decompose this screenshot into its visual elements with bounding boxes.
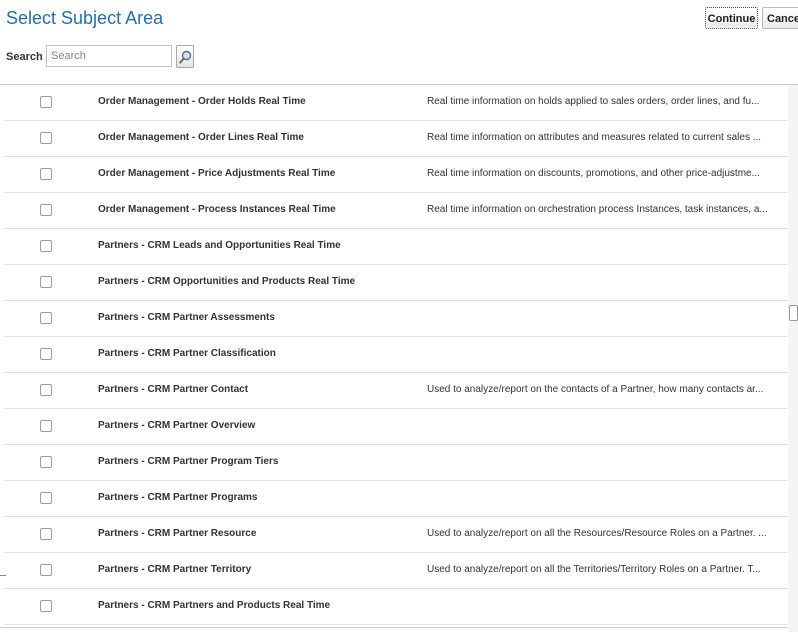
list-bottom-divider xyxy=(0,627,788,628)
table-row[interactable]: Order Management - Order Holds Real Time… xyxy=(4,85,787,121)
row-checkbox[interactable] xyxy=(40,600,52,612)
table-row[interactable]: Order Management - Order Lines Real Time… xyxy=(4,121,787,157)
subject-area-name: Partners - CRM Partner Contact xyxy=(98,384,249,395)
magnifier-icon xyxy=(179,50,192,64)
subject-area-name: Order Management - Price Adjustments Rea… xyxy=(98,168,336,179)
table-row[interactable]: Partners - CRM Partner Classification xyxy=(4,337,787,373)
subject-area-name: Partners - CRM Partner Overview xyxy=(98,420,256,431)
row-checkbox[interactable] xyxy=(40,204,52,216)
subject-area-description: Used to analyze/report on all the Resour… xyxy=(427,528,767,539)
table-row[interactable]: Order Management - Process Instances Rea… xyxy=(4,193,787,229)
row-checkbox[interactable] xyxy=(40,96,52,108)
row-checkbox[interactable] xyxy=(40,168,52,180)
subject-area-name: Partners - CRM Partner Programs xyxy=(98,492,258,503)
subject-area-description: Used to analyze/report on all the Territ… xyxy=(427,564,761,575)
subject-area-name: Order Management - Process Instances Rea… xyxy=(98,204,336,215)
vertical-scrollbar[interactable] xyxy=(788,85,798,632)
row-checkbox[interactable] xyxy=(40,384,52,396)
table-row[interactable]: Partners - CRM Partner Overview xyxy=(4,409,787,445)
row-checkbox[interactable] xyxy=(40,132,52,144)
scrollbar-thumb[interactable] xyxy=(789,305,798,321)
row-checkbox[interactable] xyxy=(40,348,52,360)
subject-area-name: Partners - CRM Partner Program Tiers xyxy=(98,456,279,467)
table-row[interactable]: Order Management - Price Adjustments Rea… xyxy=(4,157,787,193)
subject-area-name: Order Management - Order Holds Real Time xyxy=(98,96,306,107)
select-subject-area-dialog: Select Subject Area Continue Cance Searc… xyxy=(0,0,798,632)
table-row[interactable]: Partners - CRM Partner Resource Used to a… xyxy=(4,517,787,553)
row-checkbox[interactable] xyxy=(40,312,52,324)
subject-area-name: Partners - CRM Partner Classification xyxy=(98,348,276,359)
row-checkbox[interactable] xyxy=(40,240,52,252)
subject-area-description: Real time information on discounts, prom… xyxy=(427,168,760,179)
subject-area-name: Partners - CRM Partners and Products Rea… xyxy=(98,600,331,611)
table-row[interactable]: Partners - CRM Opportunities and Product… xyxy=(4,265,787,301)
continue-button[interactable]: Continue xyxy=(705,7,758,29)
row-checkbox[interactable] xyxy=(40,564,52,576)
dialog-title: Select Subject Area xyxy=(6,8,164,28)
table-row[interactable]: Partners - CRM Partner Program Tiers xyxy=(4,445,787,481)
search-input[interactable] xyxy=(46,45,172,67)
row-checkbox[interactable] xyxy=(40,528,52,540)
row-checkbox[interactable] xyxy=(40,276,52,288)
subject-area-description: Real time information on attributes and … xyxy=(427,132,762,143)
row-checkbox[interactable] xyxy=(40,492,52,504)
subject-area-name: Partners - CRM Opportunities and Product… xyxy=(98,276,356,287)
table-row[interactable]: Partners - CRM Partner Contact Used to an… xyxy=(4,373,787,409)
table-row[interactable]: Partners - CRM Leads and Opportunities R… xyxy=(4,229,787,265)
cancel-button[interactable]: Cance xyxy=(762,7,798,29)
row-checkbox[interactable] xyxy=(40,420,52,432)
subject-area-name: Partners - CRM Partner Resource xyxy=(98,528,257,539)
subject-area-list: Order Management - Order Holds Real Time… xyxy=(0,85,787,625)
table-row[interactable]: Partners - CRM Partner Territory Used to … xyxy=(4,553,787,589)
table-row[interactable]: Partners - CRM Partner Assessments xyxy=(4,301,787,337)
subject-area-name: Partners - CRM Leads and Opportunities R… xyxy=(98,240,341,251)
row-checkbox[interactable] xyxy=(40,456,52,468)
subject-area-name: Order Management - Order Lines Real Time xyxy=(98,132,304,143)
table-row[interactable]: Partners - CRM Partner Programs xyxy=(4,481,787,517)
edge-tick xyxy=(0,575,6,576)
search-label: Search xyxy=(6,51,43,63)
subject-area-description: Real time information on holds applied t… xyxy=(427,96,760,107)
search-button[interactable] xyxy=(176,45,194,68)
subject-area-description: Real time information on orchestration p… xyxy=(427,204,768,215)
subject-area-name: Partners - CRM Partner Territory xyxy=(98,564,252,575)
subject-area-name: Partners - CRM Partner Assessments xyxy=(98,312,275,323)
table-row[interactable]: Partners - CRM Partners and Products Rea… xyxy=(4,589,787,625)
subject-area-description: Used to analyze/report on the contacts o… xyxy=(427,384,764,395)
